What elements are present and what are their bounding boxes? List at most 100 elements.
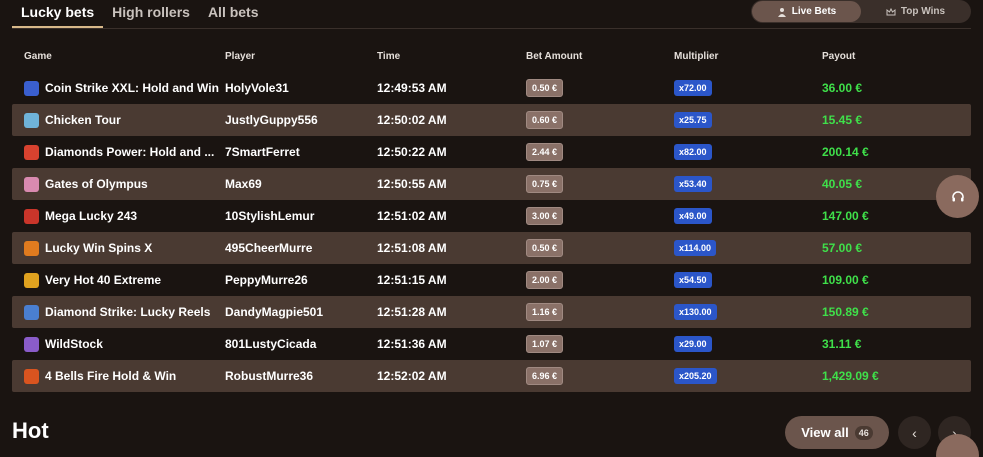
game-name: Gates of Olympus [45, 177, 148, 191]
bet-amount-cell: 1.16 € [526, 303, 674, 321]
headset-icon [951, 190, 964, 201]
game-name: 4 Bells Fire Hold & Win [45, 369, 177, 383]
bet-amount-cell: 2.44 € [526, 143, 674, 161]
bet-time: 12:51:28 AM [377, 305, 447, 319]
table-row[interactable]: Very Hot 40 Extreme PeppyMurre26 12:51:1… [12, 264, 971, 296]
bet-amount-badge: 1.07 € [526, 335, 564, 353]
game-thumbnail-icon [24, 368, 39, 384]
payout-value: 31.11 € [822, 337, 862, 351]
table-header: Game Player Time Bet Amount Multiplier P… [12, 40, 971, 72]
bet-time: 12:51:36 AM [377, 337, 447, 351]
bet-time: 12:50:22 AM [377, 145, 447, 159]
bets-tabs: Lucky bets High rollers All bets [12, 0, 268, 28]
game-cell[interactable]: Very Hot 40 Extreme [12, 272, 225, 288]
game-cell[interactable]: Diamonds Power: Hold and ... [12, 144, 225, 160]
game-cell[interactable]: Chicken Tour [12, 112, 225, 128]
tab-lucky-bets[interactable]: Lucky bets [12, 0, 104, 28]
bets-table: Game Player Time Bet Amount Multiplier P… [12, 40, 971, 392]
tabs-divider [12, 28, 971, 29]
game-cell[interactable]: Gates of Olympus [12, 176, 225, 192]
payout-value: 57.00 € [822, 241, 863, 255]
game-cell[interactable]: Coin Strike XXL: Hold and Win [12, 80, 225, 96]
carousel-prev-button[interactable]: ‹ [898, 416, 931, 449]
bet-amount-cell: 6.96 € [526, 367, 674, 385]
table-row[interactable]: Mega Lucky 243 10StylishLemur 12:51:02 A… [12, 200, 971, 232]
bet-amount-badge: 3.00 € [526, 207, 564, 225]
view-all-button[interactable]: View all 46 [785, 416, 889, 449]
bet-amount-cell: 0.60 € [526, 111, 674, 129]
multiplier-badge: x49.00 [674, 208, 712, 224]
game-thumbnail-icon [24, 272, 39, 288]
live-bets-button[interactable]: Live Bets [752, 1, 861, 22]
player-name: JustlyGuppy556 [225, 113, 318, 127]
game-name: Mega Lucky 243 [45, 209, 138, 223]
tab-all-bets[interactable]: All bets [199, 0, 268, 28]
table-row[interactable]: Chicken Tour JustlyGuppy556 12:50:02 AM … [12, 104, 971, 136]
bet-amount-cell: 0.50 € [526, 239, 674, 257]
multiplier-badge: x72.00 [674, 80, 712, 96]
game-thumbnail-icon [24, 304, 39, 320]
game-name: Chicken Tour [45, 113, 121, 127]
top-wins-label: Top Wins [900, 6, 946, 17]
bet-amount-badge: 2.44 € [526, 143, 564, 161]
table-row[interactable]: Diamonds Power: Hold and ... 7SmartFerre… [12, 136, 971, 168]
column-game: Game [24, 50, 52, 62]
multiplier-badge: x54.50 [674, 272, 712, 288]
view-all-label: View all [801, 425, 849, 440]
bet-amount-badge: 0.60 € [526, 111, 564, 129]
column-multiplier: Multiplier [674, 50, 719, 62]
top-wins-button[interactable]: Top Wins [861, 1, 970, 22]
support-button[interactable] [936, 175, 979, 218]
game-thumbnail-icon [24, 144, 39, 160]
column-bet-amount: Bet Amount [526, 50, 583, 62]
table-row[interactable]: 4 Bells Fire Hold & Win RobustMurre36 12… [12, 360, 971, 392]
game-name: Very Hot 40 Extreme [45, 273, 162, 287]
hot-section-title: Hot [12, 418, 49, 443]
game-cell[interactable]: Mega Lucky 243 [12, 208, 225, 224]
player-name: 7SmartFerret [225, 145, 300, 159]
multiplier-cell: x205.20 [674, 368, 822, 384]
multiplier-badge: x130.00 [674, 304, 717, 320]
multiplier-cell: x54.50 [674, 272, 822, 288]
bet-time: 12:51:15 AM [377, 273, 447, 287]
payout-value: 1,429.09 € [822, 369, 879, 383]
game-cell[interactable]: 4 Bells Fire Hold & Win [12, 368, 225, 384]
game-cell[interactable]: Lucky Win Spins X [12, 240, 225, 256]
player-name: HolyVole31 [225, 81, 289, 95]
game-name: Diamond Strike: Lucky Reels [45, 305, 211, 319]
column-time: Time [377, 50, 401, 62]
bet-amount-badge: 2.00 € [526, 271, 564, 289]
user-icon [777, 7, 786, 17]
bet-amount-badge: 0.50 € [526, 79, 564, 97]
view-all-count: 46 [854, 425, 873, 440]
table-row[interactable]: Coin Strike XXL: Hold and Win HolyVole31… [12, 72, 971, 104]
bet-time: 12:49:53 AM [377, 81, 447, 95]
table-row[interactable]: Diamond Strike: Lucky Reels DandyMagpie5… [12, 296, 971, 328]
table-row[interactable]: Gates of Olympus Max69 12:50:55 AM 0.75 … [12, 168, 971, 200]
bet-time: 12:52:02 AM [377, 369, 447, 383]
player-name: 10StylishLemur [225, 209, 315, 223]
multiplier-badge: x205.20 [674, 368, 717, 384]
multiplier-cell: x82.00 [674, 144, 822, 160]
chevron-left-icon: ‹ [912, 424, 917, 441]
player-name: RobustMurre36 [225, 369, 314, 383]
game-cell[interactable]: WildStock [12, 336, 225, 352]
multiplier-badge: x29.00 [674, 336, 712, 352]
multiplier-cell: x29.00 [674, 336, 822, 352]
table-row[interactable]: WildStock 801LustyCicada 12:51:36 AM 1.0… [12, 328, 971, 360]
game-thumbnail-icon [24, 336, 39, 352]
bet-amount-cell: 1.07 € [526, 335, 674, 353]
tab-high-rollers[interactable]: High rollers [103, 0, 199, 28]
bet-amount-badge: 6.96 € [526, 367, 564, 385]
game-name: Lucky Win Spins X [45, 241, 153, 255]
payout-value: 36.00 € [822, 81, 863, 95]
payout-value: 109.00 € [822, 273, 869, 287]
bet-amount-badge: 1.16 € [526, 303, 564, 321]
player-name: 495CheerMurre [225, 241, 313, 255]
player-name: DandyMagpie501 [225, 305, 324, 319]
bet-time: 12:51:02 AM [377, 209, 447, 223]
player-name: Max69 [225, 177, 262, 191]
game-cell[interactable]: Diamond Strike: Lucky Reels [12, 304, 225, 320]
table-row[interactable]: Lucky Win Spins X 495CheerMurre 12:51:08… [12, 232, 971, 264]
column-player: Player [225, 50, 256, 62]
